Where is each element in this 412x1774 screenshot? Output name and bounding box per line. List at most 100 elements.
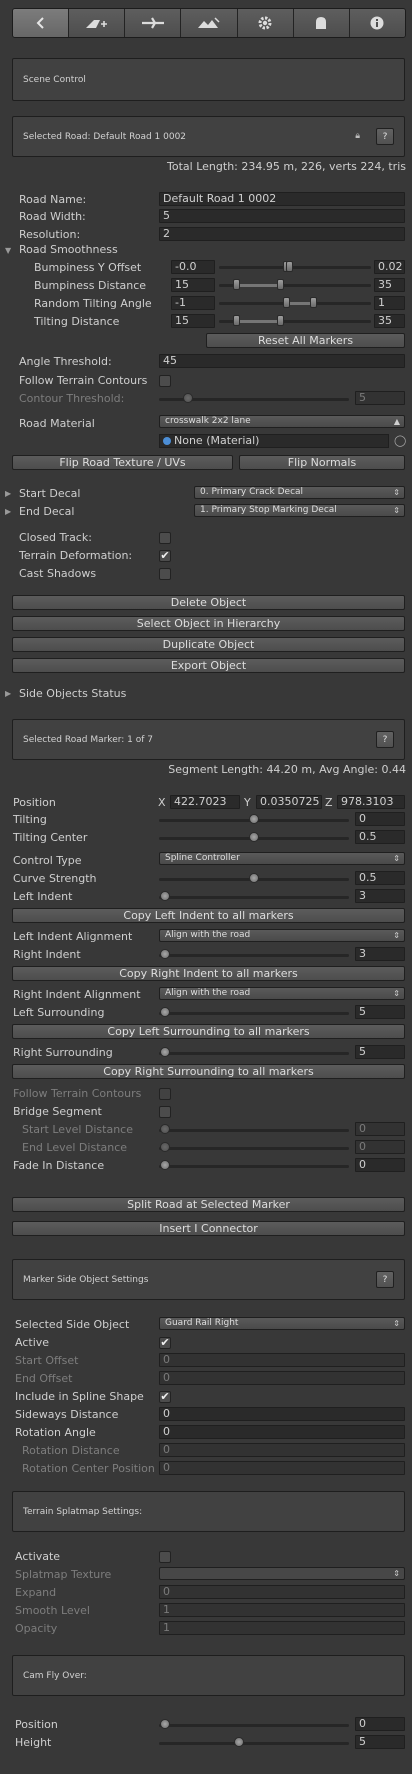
road-material-dropdown[interactable]: crosswalk 2x2 lane ▲︎ [159,415,405,428]
left-surrounding-slider[interactable] [159,1006,349,1020]
splatmap-smooth-field[interactable]: 1 [159,1603,405,1617]
splatmap-activate-checkbox[interactable] [159,1551,171,1563]
cam-height-slider[interactable] [159,1736,349,1750]
fade-in-distance-slider[interactable] [159,1159,349,1173]
active-checkbox[interactable]: ✔ [159,1337,171,1349]
random-tilting-max-field[interactable]: 1 [374,296,405,310]
info-button[interactable] [349,9,405,37]
fade-in-distance-field[interactable]: 0 [355,1158,405,1172]
contour-threshold-field[interactable]: 5 [355,391,405,405]
curve-strength-field[interactable]: 0.5 [355,871,405,885]
end-offset-field[interactable]: 0 [159,1371,405,1385]
bumpiness-y-min-field[interactable]: -0.0 [171,260,215,274]
start-decal-foldout-arrow-icon[interactable]: ▶ [5,489,11,498]
start-level-distance-field[interactable]: 0 [355,1122,405,1136]
terrain-tool-button[interactable] [181,9,238,37]
pos-z-field[interactable]: 978.3103 [337,795,405,809]
end-decal-dropdown[interactable]: 1. Primary Stop Marking Decal ⇕ [194,504,405,517]
right-indent-alignment-dropdown[interactable]: Align with the road ⇕ [159,987,405,1000]
closed-track-checkbox[interactable] [159,532,171,544]
connector-button[interactable] [125,9,182,37]
terrain-deformation-checkbox[interactable]: ✔ [159,550,171,562]
smoothness-foldout-arrow-icon[interactable]: ▼ [5,246,11,255]
copy-right-indent-button[interactable]: Copy Right Indent to all markers [12,966,405,981]
left-indent-slider[interactable] [159,890,349,904]
control-type-dropdown[interactable]: Spline Controller ⇕ [159,852,405,865]
splatmap-expand-field[interactable]: 0 [159,1585,405,1599]
angle-threshold-field[interactable]: 45 [159,354,405,368]
select-in-hierarchy-button[interactable]: Select Object in Hierarchy [12,616,405,631]
bridge-segment-checkbox[interactable] [159,1106,171,1118]
road-help-button[interactable]: ? [376,128,394,145]
cam-position-slider[interactable] [159,1718,349,1732]
end-level-distance-field[interactable]: 0 [355,1140,405,1154]
duplicate-object-button[interactable]: Duplicate Object [12,637,405,652]
pos-x-field[interactable]: 422.7023 [170,795,240,809]
curve-strength-slider[interactable] [159,872,349,886]
ghost-button[interactable] [293,9,350,37]
back-button[interactable] [13,9,70,37]
road-width-field[interactable]: 5 [159,209,405,223]
rotation-distance-field[interactable]: 0 [159,1443,405,1457]
object-picker-icon[interactable]: ◯ [394,434,406,447]
random-tilting-minmax-slider[interactable] [219,296,371,310]
bumpiness-y-minmax-slider[interactable] [219,260,371,274]
bumpiness-distance-minmax-slider[interactable] [219,278,371,292]
add-road-button[interactable] [69,9,126,37]
material-object-field[interactable]: None (Material) [159,434,389,448]
start-level-distance-slider[interactable] [159,1123,349,1137]
cam-position-field[interactable]: 0 [355,1717,405,1731]
tilting-distance-max-field[interactable]: 35 [374,314,405,328]
copy-left-surrounding-button[interactable]: Copy Left Surrounding to all markers [12,1024,405,1039]
reset-all-markers-button[interactable]: Reset All Markers [206,333,405,348]
lock-icon[interactable]: 🔒︎ [355,131,360,141]
export-object-button[interactable]: Export Object [12,658,405,673]
side-objects-foldout-arrow-icon[interactable]: ▶ [5,689,11,698]
selected-side-object-dropdown[interactable]: Guard Rail Right ⇕ [159,1317,405,1330]
right-indent-slider[interactable] [159,948,349,962]
splatmap-texture-dropdown[interactable]: ⇕ [159,1567,405,1580]
marker-follow-terrain-checkbox[interactable] [159,1088,171,1100]
splatmap-opacity-field[interactable]: 1 [159,1621,405,1635]
bumpiness-distance-max-field[interactable]: 35 [374,278,405,292]
tilting-distance-min-field[interactable]: 15 [171,314,215,328]
left-indent-alignment-dropdown[interactable]: Align with the road ⇕ [159,929,405,942]
tilting-center-slider[interactable] [159,831,349,845]
start-offset-field[interactable]: 0 [159,1353,405,1367]
flip-normals-button[interactable]: Flip Normals [239,455,405,470]
contour-threshold-slider[interactable] [159,392,349,406]
right-indent-field[interactable]: 3 [355,947,405,961]
settings-button[interactable] [237,9,294,37]
bumpiness-y-max-field[interactable]: 0.02 [374,260,405,274]
sideways-distance-field[interactable]: 0 [159,1407,405,1421]
insert-connector-button[interactable]: Insert I Connector [12,1221,405,1236]
copy-right-surrounding-button[interactable]: Copy Right Surrounding to all markers [12,1064,405,1079]
cam-height-field[interactable]: 5 [355,1735,405,1749]
rotation-angle-field[interactable]: 0 [159,1425,405,1439]
cast-shadows-checkbox[interactable] [159,568,171,580]
follow-terrain-checkbox[interactable] [159,375,171,387]
left-indent-field[interactable]: 3 [355,889,405,903]
right-surrounding-field[interactable]: 5 [355,1045,405,1059]
road-name-field[interactable]: Default Road 1 0002 [159,192,405,206]
right-surrounding-slider[interactable] [159,1046,349,1060]
start-decal-dropdown[interactable]: 0. Primary Crack Decal ⇕ [194,486,405,499]
marker-help-button[interactable]: ? [376,731,394,748]
left-surrounding-field[interactable]: 5 [355,1005,405,1019]
rotation-center-field[interactable]: 0 [159,1461,405,1475]
tilting-slider[interactable] [159,813,349,827]
end-decal-foldout-arrow-icon[interactable]: ▶ [5,507,11,516]
include-spline-checkbox[interactable]: ✔ [159,1391,171,1403]
delete-object-button[interactable]: Delete Object [12,595,405,610]
tilting-distance-minmax-slider[interactable] [219,314,371,328]
split-road-button[interactable]: Split Road at Selected Marker [12,1197,405,1212]
copy-left-indent-button[interactable]: Copy Left Indent to all markers [12,908,405,923]
bumpiness-distance-min-field[interactable]: 15 [171,278,215,292]
random-tilting-min-field[interactable]: -1 [171,296,215,310]
tilting-field[interactable]: 0 [355,812,405,826]
flip-road-texture-button[interactable]: Flip Road Texture / UVs [12,455,233,470]
end-level-distance-slider[interactable] [159,1141,349,1155]
side-object-help-button[interactable]: ? [376,1271,394,1288]
tilting-center-field[interactable]: 0.5 [355,830,405,844]
resolution-field[interactable]: 2 [159,227,405,241]
